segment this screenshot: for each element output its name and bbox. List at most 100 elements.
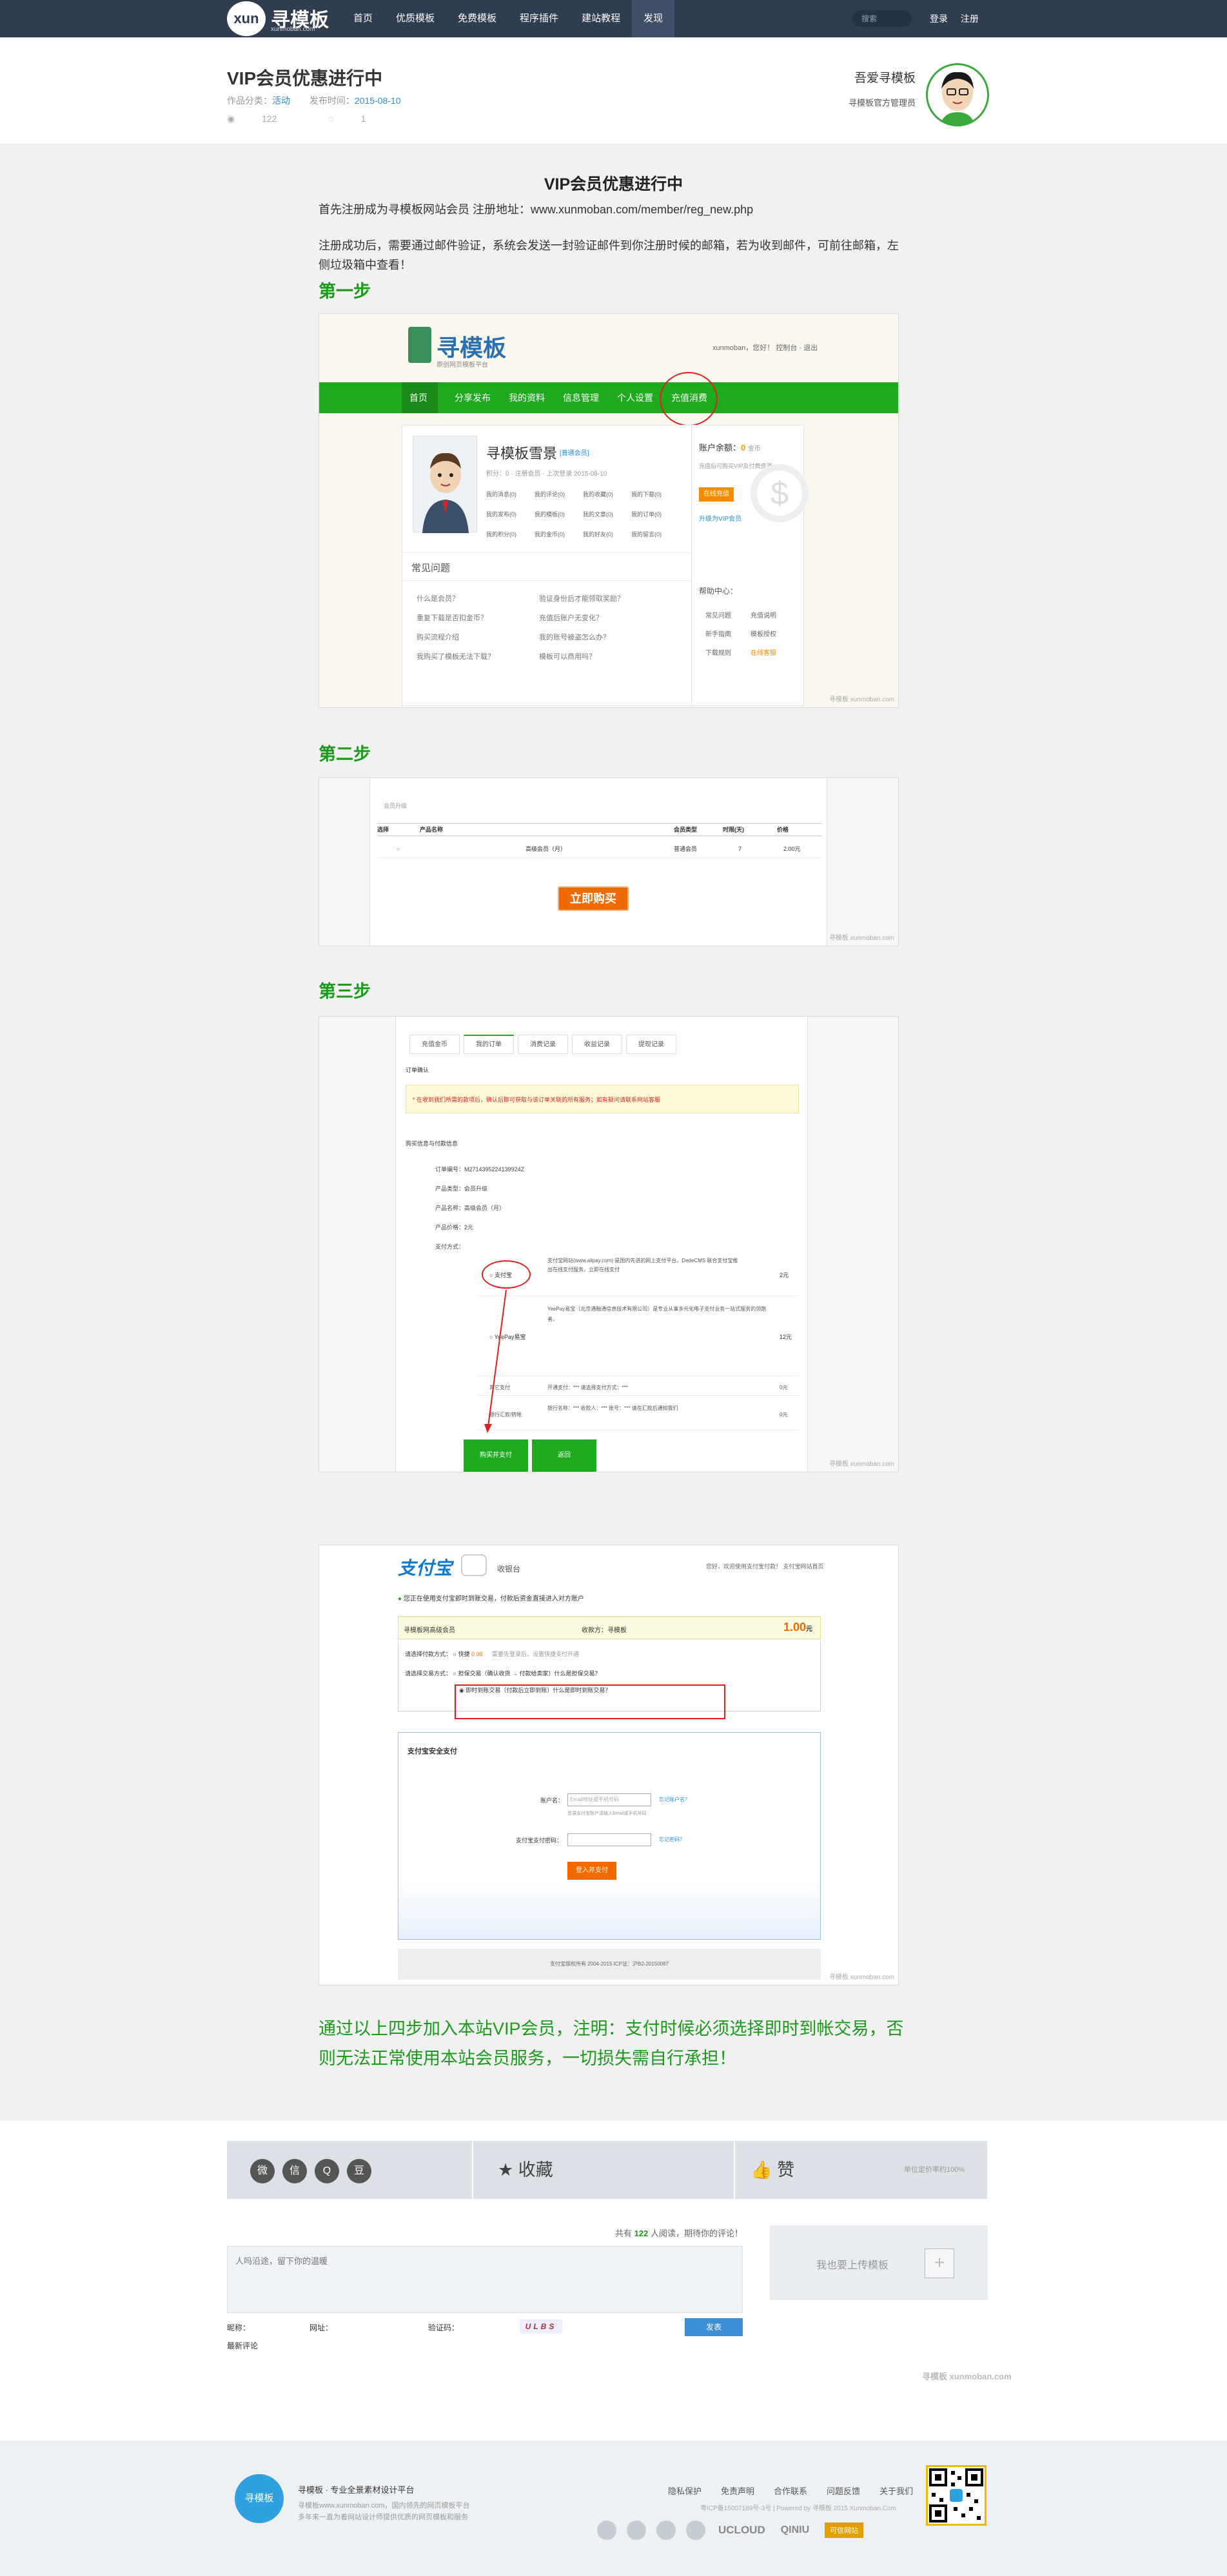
footer-link-about[interactable]: 关于我们 (879, 2484, 913, 2497)
douban-icon[interactable]: 豆 (347, 2158, 371, 2183)
sns-group: 微信Q豆 (250, 2141, 379, 2199)
shot4-logo-sub: 收银台 (497, 1565, 521, 1574)
footer-link-feedback[interactable]: 问题反馈 (827, 2484, 860, 2497)
like-label: 赞 (777, 2160, 795, 2180)
bottom-watermark: 寻模板 xunmoban.com (922, 2372, 1012, 2381)
shot1-grid-item: 我的好友(0) (583, 531, 613, 538)
shot1-stats: 积分：0 · 注册会员 · 上次登录 2015-08-10 (486, 471, 607, 478)
shot4-trade-method: 请选择交易方式： ○ 担保交易（确认收货 → 付款给卖家）什么是担保交易？ (405, 1670, 601, 1677)
nav-home[interactable]: 首页 (342, 0, 384, 37)
nav-plugins[interactable]: 程序插件 (508, 0, 570, 37)
shot1-grid: 我的消息(0) 我的评论(0) 我的收藏(0) 我的下载(0) 我的发布(0) 我的模板… (486, 490, 680, 538)
site-logo[interactable]: xun 寻模板 xunmoban.com (227, 0, 337, 37)
shot1-top-user: xunmoban，您好！ 控制台 · 退出 (712, 344, 818, 352)
shot2-crumb: 会员升级 (384, 803, 407, 809)
author-name[interactable]: 吾爱寻模板 (838, 68, 916, 86)
shot2-cell: 普通会员 (674, 846, 698, 852)
shot4-pwd-input (567, 1833, 651, 1846)
like-button[interactable]: 👍 赞 (751, 2141, 794, 2199)
shot4-amount-value: 1.00 (783, 1621, 806, 1634)
favorite-button[interactable]: ★ 收藏 (498, 2141, 553, 2199)
screenshot-alipay-checkout: 支付宝 收银台 您好，欢迎使用支付宝付款！ 支付宝网站首页 ● 您正在使用支付宝… (319, 1545, 899, 1986)
captcha-image[interactable]: ULBS (520, 2319, 562, 2334)
footer-logo[interactable]: 寻模板 (235, 2474, 284, 2523)
views-value: 122 (262, 113, 277, 124)
shot1-grid-item: 我的消息(0) (486, 491, 516, 498)
shot4-account-hint: 登录支付宝账户请输入Email或手机号码 (567, 1811, 647, 1816)
footer-link-privacy[interactable]: 隐私保护 (668, 2484, 702, 2497)
shot1-nav-profile: 我的资料 (509, 393, 545, 403)
shot4-account-label: 账户名： (540, 1797, 564, 1804)
comments-value: 1 (360, 113, 366, 124)
shot1-brand: 寻模板 (437, 335, 507, 361)
shot1-username: 寻模板雪景 (486, 445, 558, 462)
eye-icon: ◉ (227, 113, 235, 124)
comment-form: 昵称： 网址： 验证码： ULBS 发表 (227, 2318, 743, 2336)
shot4-login-button: 登入并支付 (567, 1862, 616, 1880)
shot1-balance: 账户余额：0 金币 (699, 441, 761, 453)
nav-free[interactable]: 免费模板 (446, 0, 508, 37)
radio-icon: ○ (397, 846, 400, 852)
shot2-table-row: ○ 高级会员（月） 普通会员 7 2.00元 (377, 841, 822, 858)
shot4-alipay-logo: 支付宝 (398, 1558, 453, 1578)
shot1-grid-item: 我的评论(0) (535, 491, 565, 498)
shot2-col: 时限(天) (723, 826, 744, 833)
submit-button[interactable]: 发表 (685, 2318, 743, 2336)
shot4-login-title: 支付宝安全支付 (407, 1748, 457, 1755)
upload-box[interactable]: 我也要上传模板 + (770, 2225, 988, 2300)
nick-input[interactable] (251, 2319, 309, 2334)
login-link[interactable]: 登录 (930, 14, 948, 24)
nav-discover[interactable]: 发现 (632, 0, 675, 37)
footer-link-disclaimer[interactable]: 免责声明 (721, 2484, 754, 2497)
shot1-faq-list: 什么是会员？ 验证身份后才能领取奖励？ 重复下载是否扣金币？ 充值后账户无变化？ 购… (417, 593, 687, 661)
site-input[interactable] (334, 2319, 411, 2334)
category-link[interactable]: 活动 (272, 95, 290, 106)
count-prefix: 共有 (615, 2229, 633, 2238)
shot1-faq-item: 购买流程介绍 (417, 634, 459, 641)
nav-premium[interactable]: 优质模板 (384, 0, 446, 37)
register-link[interactable]: 注册 (961, 14, 979, 24)
highlight-box (455, 1684, 725, 1719)
author-avatar[interactable] (926, 63, 989, 126)
star-icon: ★ (498, 2160, 514, 2180)
logo-circle: xun (227, 1, 266, 36)
shot2-col: 会员类型 (674, 826, 698, 833)
shot1-help-item: 下载规则 (705, 650, 731, 657)
partner-icon (686, 2521, 705, 2540)
shot4-pay-label2: 请选择交易方式： (405, 1670, 452, 1677)
shot4-watermark: 寻模板 xunmoban.com (829, 1974, 894, 1981)
shot1-help-title: 帮助中心： (699, 587, 738, 596)
shot4-seller-label: 收款方： (582, 1627, 607, 1634)
step2-title: 第二步 (319, 745, 371, 764)
shot2-watermark: 寻模板 xunmoban.com (829, 935, 894, 942)
qzone-icon[interactable]: Q (315, 2158, 339, 2183)
site-label: 网址： (309, 2323, 333, 2332)
comment-textarea[interactable] (227, 2246, 743, 2313)
shot1-nav-home: 首页 (409, 393, 427, 403)
partner-icon (597, 2521, 616, 2540)
upload-text: 我也要上传模板 (816, 2260, 889, 2271)
comment-count: 共有 122 人阅读，期待你的评论！ (227, 2227, 743, 2239)
shot4-pay-label: 请选择付款方式： (405, 1651, 452, 1657)
step3-title: 第三步 (319, 982, 371, 1001)
nav-tutorials[interactable]: 建站教程 (570, 0, 632, 37)
thumb-icon: 👍 (751, 2160, 772, 2180)
check-icon: ● (398, 1595, 402, 1603)
article-stats: ◉ 122 ◌ 1 (227, 113, 415, 124)
shot1-grid-item: 我的金币(0) (535, 531, 565, 538)
weibo-icon[interactable]: 微 (250, 2158, 275, 2183)
closing-note: 通过以上四步加入本站VIP会员，注明：支付时候必须选择即时到帐交易，否则无法正常… (319, 2019, 904, 2068)
wechat-icon[interactable]: 信 (282, 2158, 307, 2183)
screenshot-order-confirm: 充值金币 我的订单 消费记录 收益记录 提现记录 订单确认 * 在收到我们所需的… (319, 1016, 899, 1472)
shot1-avatar (413, 436, 477, 533)
shot1-help-item: 新手指南 (705, 631, 731, 638)
paragraph-register: 首先注册成为寻模板网站会员 注册地址：www.xunmoban.com/memb… (319, 203, 754, 216)
shot1-logo-icon (408, 327, 431, 363)
shot4-seller-value: 寻模板 (607, 1627, 627, 1634)
publish-date: 2015-08-10 (354, 95, 401, 106)
shot2-col: 选择 (377, 826, 389, 833)
footer-link-contact[interactable]: 合作联系 (774, 2484, 807, 2497)
step1-title: 第一步 (319, 282, 371, 301)
shot1-faq-item: 充值后账户无变化？ (539, 614, 603, 622)
search-input[interactable]: 搜索 (852, 10, 912, 27)
